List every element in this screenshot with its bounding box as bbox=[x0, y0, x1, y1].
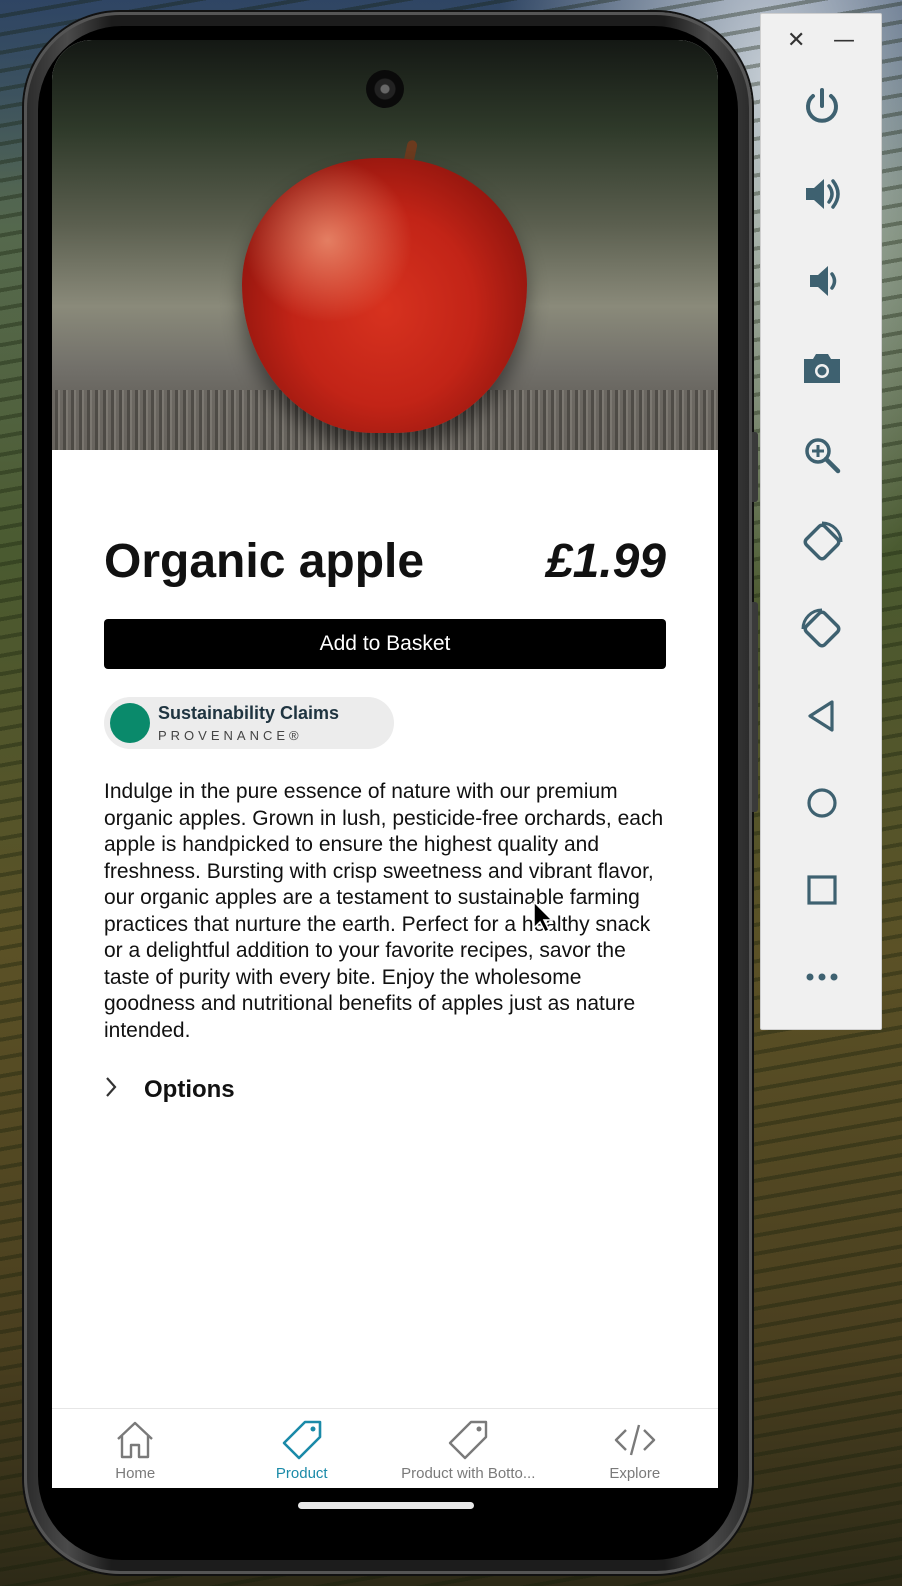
back-icon[interactable] bbox=[798, 692, 846, 740]
tab-label: Product bbox=[275, 1465, 328, 1482]
options-label: Options bbox=[144, 1076, 235, 1103]
tag-icon bbox=[282, 1420, 322, 1460]
product-description: Indulge in the pure essence of nature wi… bbox=[104, 780, 664, 1042]
add-to-basket-button[interactable]: Add to Basket bbox=[104, 619, 666, 669]
rotate-right-icon[interactable] bbox=[798, 605, 846, 653]
sustainability-title: Sustainability Claims bbox=[158, 703, 340, 723]
rotate-left-icon[interactable] bbox=[798, 518, 846, 566]
power-icon[interactable] bbox=[798, 82, 846, 130]
home-icon bbox=[117, 1421, 154, 1459]
tab-product-with-bottom[interactable]: Product with Botto... bbox=[385, 1409, 552, 1488]
mouse-cursor-icon bbox=[533, 900, 554, 934]
minimize-icon[interactable]: — bbox=[833, 28, 855, 70]
tab-label: Home bbox=[115, 1465, 156, 1482]
tab-label: Explore bbox=[609, 1465, 661, 1482]
code-icon bbox=[614, 1424, 655, 1456]
apple-illustration bbox=[242, 158, 527, 433]
zoom-icon[interactable] bbox=[798, 431, 846, 479]
front-camera bbox=[366, 70, 404, 108]
overview-icon[interactable] bbox=[798, 866, 846, 914]
volume-down-icon[interactable] bbox=[798, 257, 846, 305]
chevron-right-icon bbox=[104, 1076, 144, 1104]
emulator-toolbar: ✕ — bbox=[760, 13, 882, 1030]
options-accordion[interactable]: Options bbox=[104, 1076, 666, 1104]
tab-product[interactable]: Product bbox=[219, 1409, 386, 1488]
product-title: Organic apple bbox=[104, 535, 425, 588]
provenance-dot-icon bbox=[110, 703, 150, 743]
more-icon[interactable] bbox=[798, 953, 846, 1001]
tab-label: Product with Botto... bbox=[401, 1465, 536, 1482]
home-circle-icon[interactable] bbox=[798, 779, 846, 827]
volume-up-icon[interactable] bbox=[798, 170, 846, 218]
bottom-tab-bar: Home Product Product with Botto... Explo… bbox=[52, 1408, 718, 1488]
product-price: £1.99 bbox=[545, 535, 666, 588]
close-icon[interactable]: ✕ bbox=[787, 28, 805, 70]
tag-icon bbox=[449, 1420, 488, 1460]
tab-home[interactable]: Home bbox=[52, 1409, 219, 1488]
tab-explore[interactable]: Explore bbox=[552, 1409, 719, 1488]
app-screen: Organic apple £1.99 Add to Basket Sustai… bbox=[52, 40, 718, 1488]
sustainability-claims-badge[interactable]: Sustainability Claims PROVENANCE® bbox=[104, 697, 394, 749]
camera-icon[interactable] bbox=[798, 344, 846, 392]
home-indicator[interactable] bbox=[298, 1502, 474, 1509]
provenance-label: PROVENANCE® bbox=[158, 728, 303, 743]
